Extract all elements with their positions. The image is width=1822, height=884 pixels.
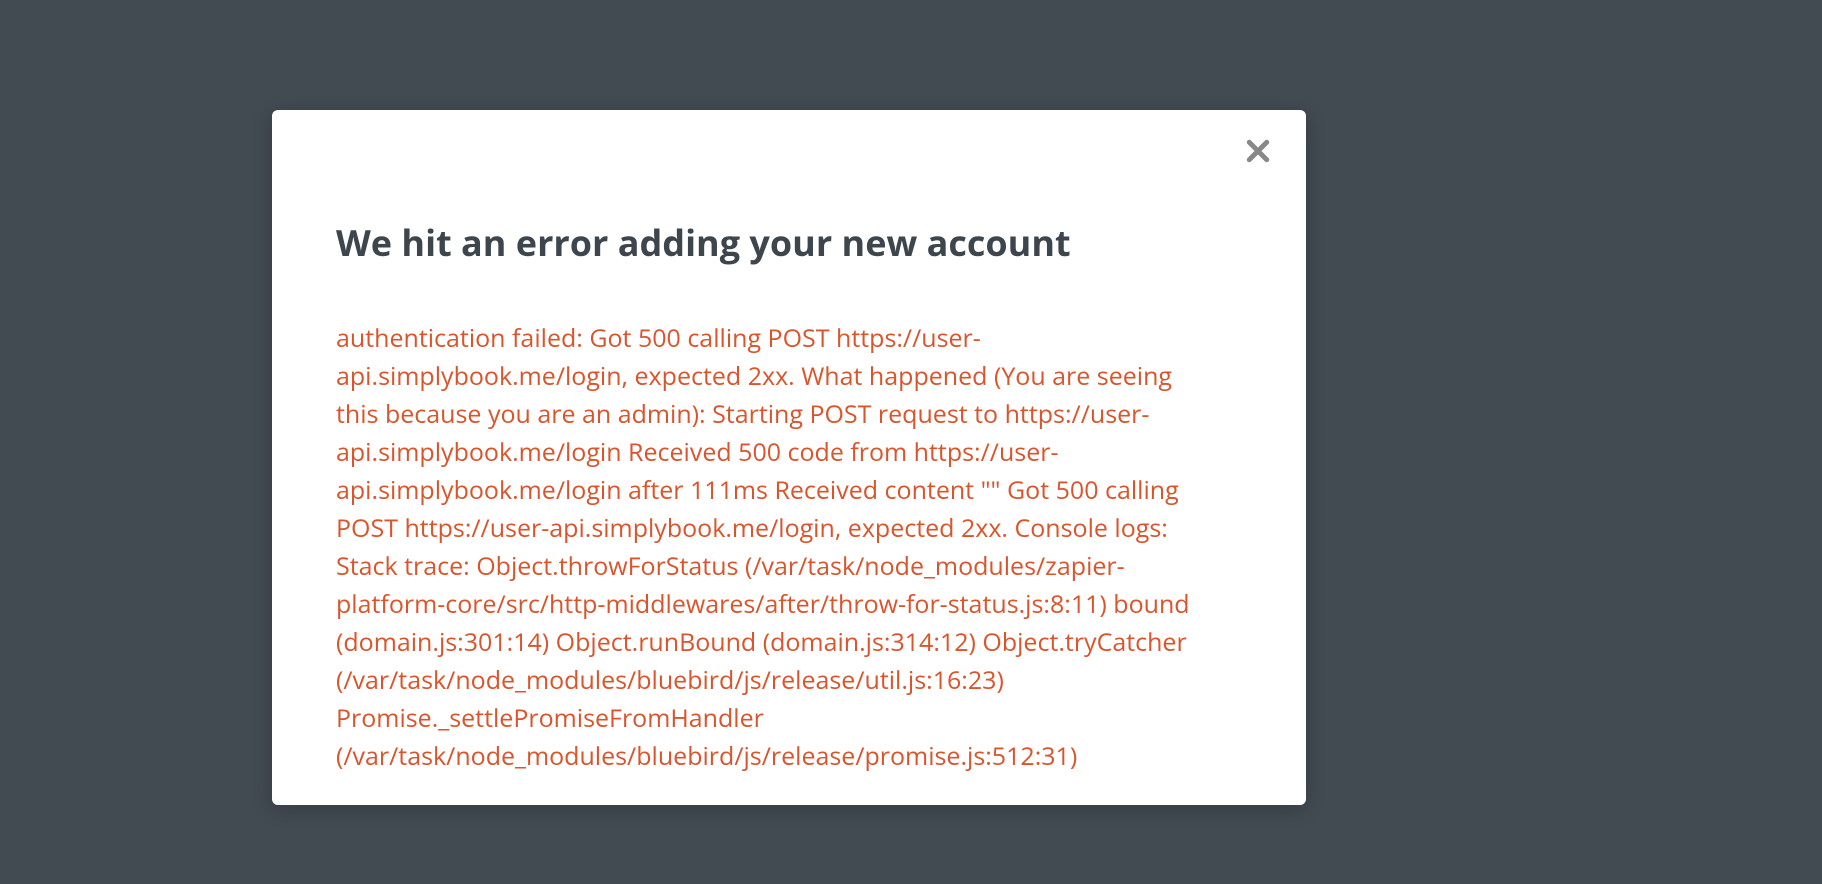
modal-content: We hit an error adding your new account … — [272, 110, 1306, 805]
close-button[interactable] — [1238, 132, 1278, 172]
error-message: authentication failed: Got 500 calling P… — [336, 319, 1206, 775]
error-modal: We hit an error adding your new account … — [272, 110, 1306, 805]
modal-title: We hit an error adding your new account — [336, 220, 1236, 265]
close-icon — [1244, 137, 1272, 168]
